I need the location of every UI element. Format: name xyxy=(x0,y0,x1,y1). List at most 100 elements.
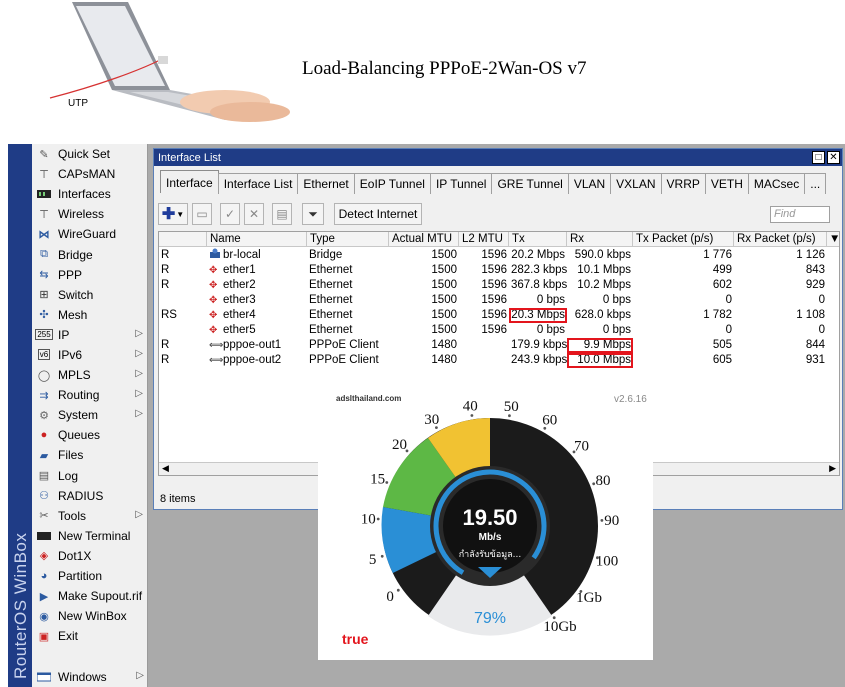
tab-vxlan[interactable]: VXLAN xyxy=(610,173,662,194)
sidebar-item-wireguard[interactable]: ⋈ WireGuard xyxy=(32,224,147,244)
tab-ip-tunnel[interactable]: IP Tunnel xyxy=(429,173,493,194)
cell-mtu: 1500 xyxy=(431,309,457,321)
ethernet-icon: ✥ xyxy=(209,265,218,276)
mesh-icon: ✣ xyxy=(39,309,49,322)
sidebar-item-make-supout-rif[interactable]: ▶ Make Supout.rif xyxy=(32,586,147,606)
sidebar-item-new-winbox[interactable]: ◉ New WinBox xyxy=(32,606,147,626)
scale-tick xyxy=(572,450,576,454)
header-rx[interactable]: Rx xyxy=(567,232,633,247)
tab-gre-tunnel[interactable]: GRE Tunnel xyxy=(491,173,569,194)
table-row[interactable]: R ✥ ether1 Ethernet 1500 1596 282.3 kbps 10.1 M… xyxy=(159,263,839,278)
disable-button[interactable]: ✕ xyxy=(244,203,264,225)
cell-name: ✥ ether1 xyxy=(209,264,256,276)
sidebar-item-tools[interactable]: ✂ Tools ▷ xyxy=(32,506,147,526)
sidebar-item-mesh[interactable]: ✣ Mesh xyxy=(32,305,147,325)
table-row[interactable]: R ⟺pppoe-out2 PPPoE Client 1480 243.9 kbps 10… xyxy=(159,353,839,368)
header-name[interactable]: Name xyxy=(207,232,307,247)
bridge-icon xyxy=(209,248,223,263)
tab-eoip-tunnel[interactable]: EoIP Tunnel xyxy=(353,173,431,194)
tab-ethernet[interactable]: Ethernet xyxy=(297,173,355,194)
chevron-right-icon: ▷ xyxy=(136,669,144,681)
scroll-right-icon[interactable]: ▶ xyxy=(829,463,836,474)
cell-txp: 499 xyxy=(712,264,732,276)
sidebar-item-ppp[interactable]: ⇆ PPP xyxy=(32,265,147,285)
wand-icon: ✎ xyxy=(39,148,49,161)
cell-tx: 20.2 Mbps xyxy=(511,249,565,261)
table-row[interactable]: R ✥ ether2 Ethernet 1500 1596 367.8 kbps 10.2 M… xyxy=(159,278,839,293)
enable-button[interactable]: ✓ xyxy=(220,203,240,225)
tab-interface-list[interactable]: Interface List xyxy=(217,173,299,194)
sidebar-item-interfaces[interactable]: Interfaces xyxy=(32,184,147,204)
header-rx-packet[interactable]: Rx Packet (p/s) xyxy=(734,232,827,247)
toolbar: ✚ ▼ ▭ ✓ ✕ ▤ ⏷ Detect Internet Find xyxy=(158,203,838,227)
scale-label: 80 xyxy=(596,473,611,489)
cell-mtu: 1480 xyxy=(431,339,457,351)
ipv6-icon: v6 xyxy=(37,349,51,361)
table-row[interactable]: RS ✥ ether4 Ethernet 1500 1596 20.3 Mbps 628.0 … xyxy=(159,308,839,323)
sidebar-item-mpls[interactable]: ◯ MPLS ▷ xyxy=(32,365,147,385)
sidebar-item-label: Dot1X xyxy=(58,548,92,563)
cell-name: ✥ ether3 xyxy=(209,294,256,306)
tab-veth[interactable]: VETH xyxy=(704,173,749,194)
sidebar-item-routing[interactable]: ⇉ Routing ▷ xyxy=(32,385,147,405)
sidebar-item-new-terminal[interactable]: New Terminal xyxy=(32,526,147,546)
sidebar-item-log[interactable]: ▤ Log xyxy=(32,466,147,486)
close-button[interactable]: ✕ xyxy=(827,151,840,164)
pppoe-icon: ⟺ xyxy=(209,355,224,366)
add-button[interactable]: ✚ ▼ xyxy=(158,203,188,225)
tab-macsec[interactable]: MACsec xyxy=(747,173,806,194)
sidebar-item-windows[interactable]: Windows ▷ xyxy=(32,667,148,687)
sidebar-item-label: Routing xyxy=(58,388,100,403)
cell-name: br-local xyxy=(207,248,307,263)
tab-more[interactable]: ... xyxy=(804,173,827,194)
table-row[interactable]: ✥ ether5 Ethernet 1500 1596 0 bps 0 bps 0 0 xyxy=(159,323,839,338)
sidebar-item-partition[interactable]: ◕ Partition xyxy=(32,566,147,586)
tab-vrrp[interactable]: VRRP xyxy=(660,173,706,194)
table-row[interactable]: R ⟺pppoe-out1 PPPoE Client 1480 179.9 kbps 9.… xyxy=(159,338,839,353)
find-input[interactable]: Find xyxy=(770,206,830,223)
filter-button[interactable]: ⏷ xyxy=(302,203,324,225)
column-menu-button[interactable]: ▼ xyxy=(827,232,839,247)
header-tx-packet[interactable]: Tx Packet (p/s) xyxy=(633,232,734,247)
header-type[interactable]: Type xyxy=(307,232,389,247)
sidebar-item-dot1x[interactable]: ◈ Dot1X xyxy=(32,546,147,566)
tab-interface[interactable]: Interface xyxy=(160,170,219,193)
sidebar-item-ip[interactable]: 255 IP ▷ xyxy=(32,325,147,345)
sidebar-item-capsman[interactable]: ⊤ CAPsMAN xyxy=(32,164,147,184)
cell-mtu: 1500 xyxy=(431,324,457,336)
sidebar-item-ipv6[interactable]: v6 IPv6 ▷ xyxy=(32,345,147,365)
cell-l2mtu: 1596 xyxy=(481,324,507,336)
sidebar-item-label: Quick Set xyxy=(58,147,111,162)
sidebar-item-queues[interactable]: ● Queues xyxy=(32,425,147,445)
sidebar-item-exit[interactable]: ▣ Exit xyxy=(32,626,147,646)
sidebar-item-system[interactable]: ⚙ System ▷ xyxy=(32,405,147,425)
header-actual-mtu[interactable]: Actual MTU xyxy=(389,232,459,247)
comment-button[interactable]: ▤ xyxy=(272,203,292,225)
window-titlebar[interactable]: Interface List □ ✕ xyxy=(154,149,842,166)
scale-tick xyxy=(470,414,474,417)
sidebar-item-label: Queues xyxy=(58,428,101,443)
sidebar-item-quick-set[interactable]: ✎ Quick Set xyxy=(32,144,147,164)
header-tx[interactable]: Tx xyxy=(509,232,567,247)
cell-type: PPPoE Client xyxy=(309,354,379,366)
sidebar-item-files[interactable]: ▰ Files xyxy=(32,445,147,465)
cell-type: Ethernet xyxy=(309,264,353,276)
sidebar-item-label: MPLS xyxy=(58,368,91,383)
header-flag[interactable] xyxy=(159,232,207,247)
table-row[interactable]: Rbr-local Bridge 1500 1596 20.2 Mbps 590.0 kb… xyxy=(159,248,839,263)
header-l2-mtu[interactable]: L2 MTU xyxy=(459,232,509,247)
cell-rxp: 843 xyxy=(805,264,825,276)
sidebar-item-switch[interactable]: ⊞ Switch xyxy=(32,285,147,305)
sidebar-item-radius[interactable]: ⚇ RADIUS xyxy=(32,486,147,506)
sidebar-item-wireless[interactable]: ⊤ Wireless xyxy=(32,204,147,224)
scale-label: 10 xyxy=(361,511,376,527)
sidebar-item-bridge[interactable]: ⧉ Bridge xyxy=(32,244,147,264)
scroll-left-icon[interactable]: ◀ xyxy=(162,463,169,474)
detect-internet-button[interactable]: Detect Internet xyxy=(334,203,422,225)
remove-button[interactable]: ▭ xyxy=(192,203,212,225)
cell-rx: 10.2 Mbps xyxy=(577,279,631,291)
table-row[interactable]: ✥ ether3 Ethernet 1500 1596 0 bps 0 bps 0 0 xyxy=(159,293,839,308)
partition-icon: ◕ xyxy=(40,570,48,583)
maximize-button[interactable]: □ xyxy=(812,151,825,164)
tab-vlan[interactable]: VLAN xyxy=(567,173,612,194)
